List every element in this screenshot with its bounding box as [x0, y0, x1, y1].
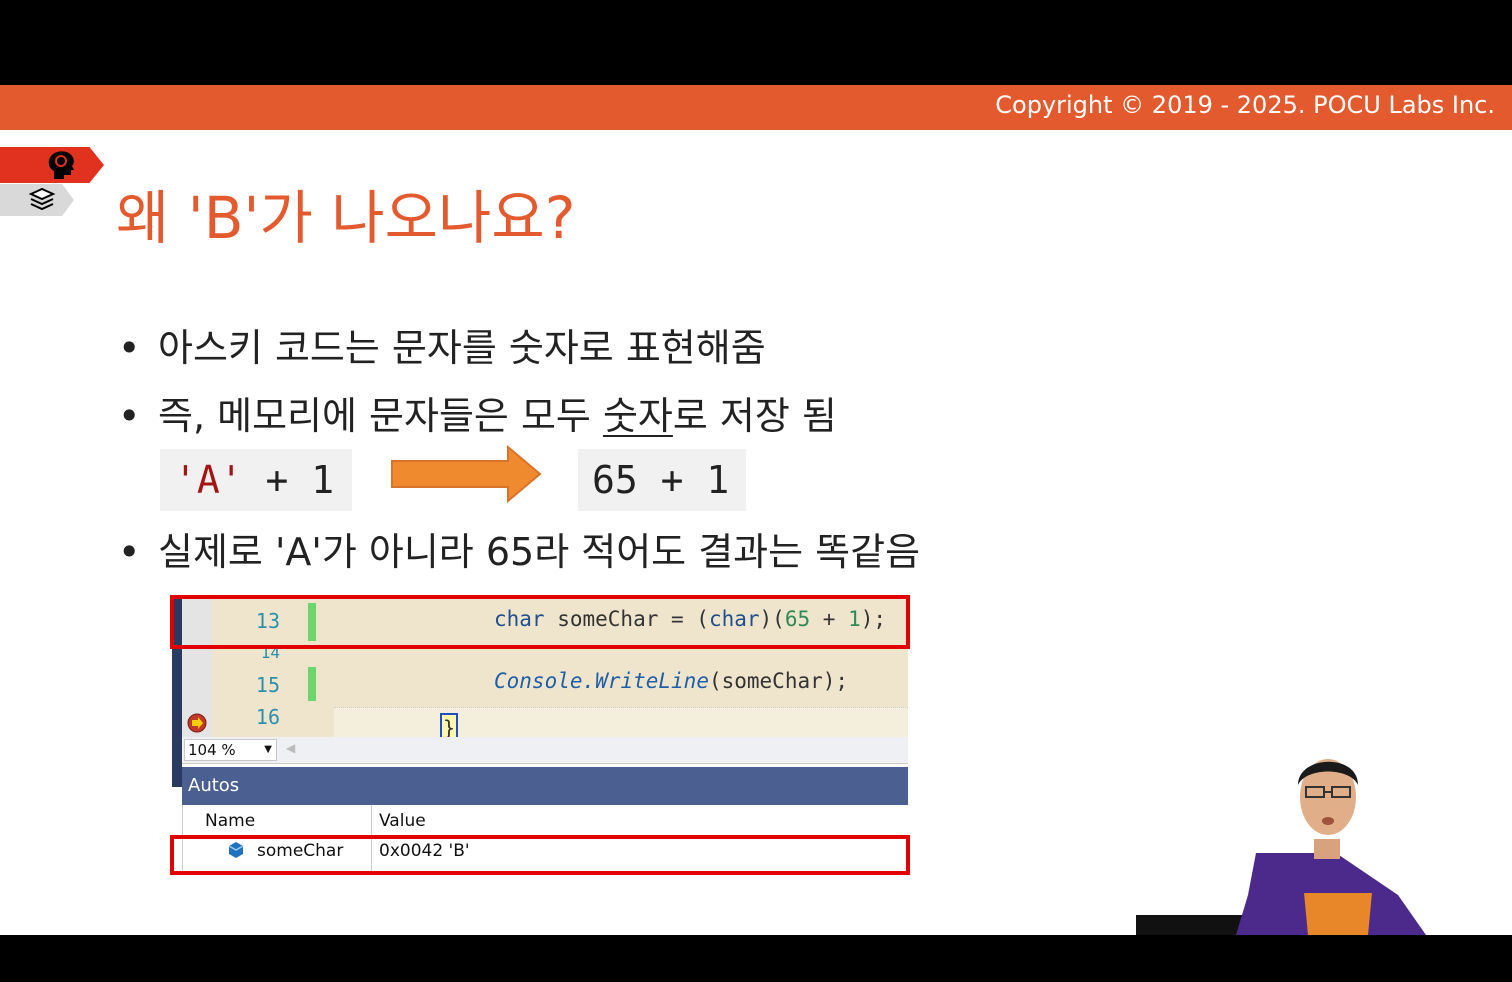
- highlight-box-autos: [170, 835, 910, 875]
- chevron-down-icon: ▼: [264, 744, 272, 755]
- breakpoint-icon[interactable]: [186, 712, 208, 734]
- bullet-3: • 실제로 'A'가 아니라 65라 적어도 결과는 똑같음: [118, 521, 920, 576]
- book-stack-icon: [28, 187, 56, 211]
- autos-panel-title: Autos: [182, 767, 908, 805]
- brain-head-icon: [48, 151, 74, 179]
- zoom-select[interactable]: 104 % ▼: [184, 739, 277, 761]
- bullet-2: • 즉, 메모리에 문자들은 모두 숫자로 저장 됨: [118, 385, 837, 440]
- highlight-box-code: [170, 595, 910, 649]
- bullet-dot: •: [118, 530, 141, 574]
- bullet-3-text: 실제로 'A'가 아니라 65라 적어도 결과는 똑같음: [158, 530, 921, 574]
- top-banner: Copyright © 2019 - 2025. POCU Labs Inc.: [0, 85, 1512, 130]
- expression-left-rest: + 1: [242, 458, 335, 502]
- column-header-value[interactable]: Value: [379, 811, 426, 831]
- expression-char: 'A' + 1: [160, 449, 352, 511]
- expression-number: 65 + 1: [578, 449, 746, 511]
- method-name: WriteLine: [595, 669, 709, 693]
- slide: Copyright © 2019 - 2025. POCU Labs Inc. …: [0, 85, 1512, 935]
- bullet-1-text: 아스키 코드는 문자를 숫자로 표현해줌: [158, 326, 766, 370]
- bullet-dot: •: [118, 394, 141, 438]
- copyright-text: Copyright © 2019 - 2025. POCU Labs Inc.: [995, 91, 1495, 119]
- column-header-name[interactable]: Name: [205, 811, 255, 831]
- closing-brace[interactable]: }: [440, 713, 458, 737]
- bullet-2-text-before: 즉, 메모리에 문자들은 모두: [158, 394, 603, 438]
- zoom-bar: 104 % ▼ ◀: [182, 737, 908, 764]
- code-text: (someChar);: [708, 669, 849, 693]
- current-line-highlight: [334, 707, 908, 737]
- char-literal: 'A': [174, 458, 243, 502]
- code-text: .: [582, 669, 596, 693]
- code-line-15[interactable]: Console.WriteLine(someChar);: [494, 669, 848, 693]
- slide-title: 왜 'B'가 나오나요?: [116, 184, 576, 252]
- class-name: Console: [494, 669, 583, 693]
- right-arrow-icon: [391, 445, 542, 503]
- bullet-1: • 아스키 코드는 문자를 숫자로 표현해줌: [118, 317, 766, 372]
- bullet-2-text-after: 로 저장 됨: [672, 394, 837, 438]
- zoom-value: 104 %: [188, 741, 236, 759]
- line-number: 16: [255, 705, 280, 729]
- line-number: 15: [255, 673, 280, 697]
- bullet-dot: •: [118, 326, 141, 370]
- bullet-2-emphasis: 숫자: [602, 394, 673, 438]
- scroll-left-icon[interactable]: ◀: [286, 741, 295, 755]
- change-marker: [308, 667, 316, 701]
- presenter-video: [1136, 759, 1426, 935]
